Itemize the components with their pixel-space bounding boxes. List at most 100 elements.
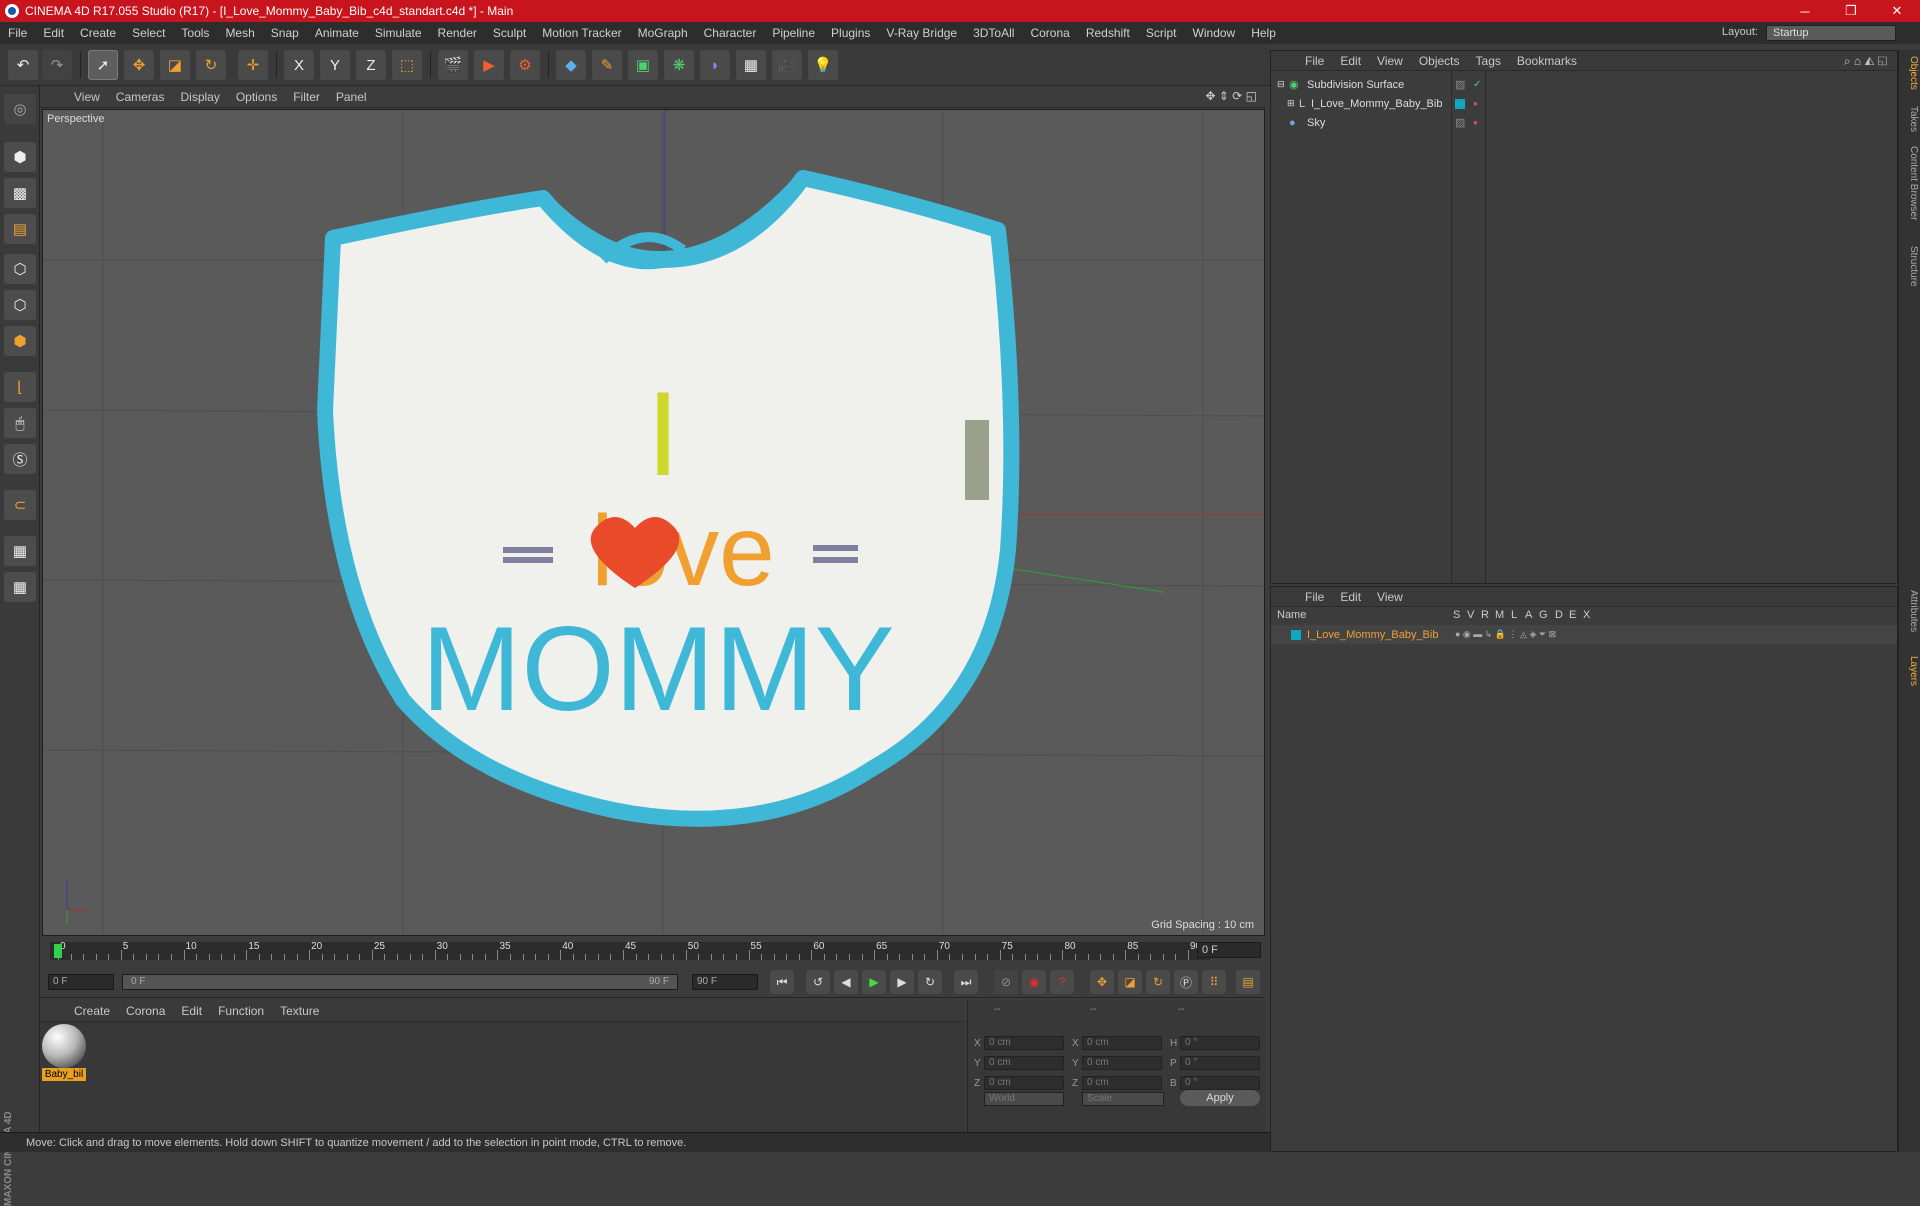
- rotation-p-field[interactable]: 0 °: [1180, 1056, 1260, 1070]
- timeline-window-icon[interactable]: ▤: [1236, 970, 1260, 994]
- material-thumbnail[interactable]: Baby_bil: [42, 1024, 86, 1081]
- minimize-button[interactable]: ─: [1782, 0, 1828, 22]
- subdivision-icon[interactable]: ▣: [628, 50, 658, 80]
- position-z-field[interactable]: 0 cm: [984, 1076, 1064, 1090]
- layer-color-icon[interactable]: [1455, 98, 1465, 109]
- search-icon[interactable]: ⌕ ⌂ ◭ ◱: [1844, 54, 1887, 69]
- size-y-field[interactable]: 0 cm: [1082, 1056, 1162, 1070]
- rotation-h-field[interactable]: 0 °: [1180, 1036, 1260, 1050]
- layer-menu-file[interactable]: File: [1297, 590, 1332, 604]
- key-rotation-icon[interactable]: ↻: [1146, 970, 1170, 994]
- visibility-dots-icon[interactable]: ●: [1473, 99, 1478, 108]
- menu-simulate[interactable]: Simulate: [367, 26, 430, 40]
- viewport-menu-view[interactable]: View: [66, 90, 108, 104]
- magnet-icon[interactable]: ⊂: [4, 490, 36, 520]
- position-x-field[interactable]: 0 cm: [984, 1036, 1064, 1050]
- render-picture-viewer-icon[interactable]: ▶: [474, 50, 504, 80]
- expand-icon[interactable]: ⊟: [1277, 79, 1285, 90]
- obj-menu-bookmarks[interactable]: Bookmarks: [1509, 54, 1585, 68]
- object-row-bib[interactable]: ⊞ L I_Love_Mommy_Baby_Bib ●: [1271, 94, 1897, 113]
- menu-animate[interactable]: Animate: [307, 26, 367, 40]
- menu-plugins[interactable]: Plugins: [823, 26, 878, 40]
- range-slider[interactable]: 0 F 90 F: [122, 974, 678, 990]
- playhead-marker[interactable]: [54, 944, 62, 958]
- points-mode-icon[interactable]: ⬡: [4, 254, 36, 284]
- side-tab-layers[interactable]: Layers: [1901, 656, 1919, 686]
- viewport-menu-options[interactable]: Options: [228, 90, 285, 104]
- menu-window[interactable]: Window: [1185, 26, 1244, 40]
- record-keys-icon[interactable]: ⊘: [994, 970, 1018, 994]
- key-parameter-icon[interactable]: Ⓟ: [1174, 970, 1198, 994]
- obj-menu-file[interactable]: File: [1297, 54, 1332, 68]
- previous-key-icon[interactable]: ↺: [806, 970, 830, 994]
- snap-icon[interactable]: Ⓢ: [4, 444, 36, 474]
- material-menu-texture[interactable]: Texture: [272, 1004, 327, 1018]
- menu-sculpt[interactable]: Sculpt: [485, 26, 534, 40]
- lock-workplane-icon[interactable]: ▦: [4, 536, 36, 566]
- layer-toggles-icon[interactable]: ● ◉ ▬ ↳ 🔒 ⋮ ◬ ◈ ⏷ ⊠: [1455, 629, 1556, 640]
- camera-icon[interactable]: 🎥: [772, 50, 802, 80]
- render-view-icon[interactable]: 🎬: [438, 50, 468, 80]
- menu-mograph[interactable]: MoGraph: [630, 26, 696, 40]
- axis-mode-icon[interactable]: ⌊: [4, 372, 36, 402]
- viewport-menu-filter[interactable]: Filter: [285, 90, 328, 104]
- next-key-icon[interactable]: ↻: [918, 970, 942, 994]
- floor-icon[interactable]: ▦: [736, 50, 766, 80]
- menu-redshift[interactable]: Redshift: [1078, 26, 1138, 40]
- previous-frame-icon[interactable]: ◀: [834, 970, 858, 994]
- layer-tag-icon[interactable]: ▨: [1455, 116, 1465, 129]
- menu-motion-tracker[interactable]: Motion Tracker: [534, 26, 629, 40]
- viewport-menu-cameras[interactable]: Cameras: [108, 90, 173, 104]
- obj-menu-objects[interactable]: Objects: [1411, 54, 1468, 68]
- menu-character[interactable]: Character: [696, 26, 765, 40]
- planar-workplane-icon[interactable]: ▦: [4, 572, 36, 602]
- visibility-dots-icon[interactable]: ●: [1473, 118, 1478, 127]
- undo-icon[interactable]: ↶: [8, 50, 38, 80]
- next-frame-icon[interactable]: ▶: [890, 970, 914, 994]
- enabled-check-icon[interactable]: ✓: [1473, 79, 1481, 90]
- menu-mesh[interactable]: Mesh: [217, 26, 262, 40]
- menu-file[interactable]: File: [0, 26, 35, 40]
- menu-select[interactable]: Select: [124, 26, 173, 40]
- size-mode-select[interactable]: Scale: [1082, 1092, 1164, 1106]
- side-tab-objects[interactable]: Objects: [1901, 56, 1919, 90]
- auto-keying-icon[interactable]: ◉: [1022, 970, 1046, 994]
- side-tab-attributes[interactable]: Attributes: [1901, 590, 1919, 632]
- key-pla-icon[interactable]: ⠿: [1202, 970, 1226, 994]
- layer-menu-view[interactable]: View: [1369, 590, 1411, 604]
- make-editable-icon[interactable]: ◎: [4, 94, 36, 124]
- object-row-sky[interactable]: ● Sky ▨ ●: [1271, 113, 1897, 132]
- size-x-field[interactable]: 0 cm: [1082, 1036, 1162, 1050]
- material-menu-create[interactable]: Create: [66, 1004, 118, 1018]
- go-to-start-icon[interactable]: ⏮: [770, 970, 794, 994]
- layout-select[interactable]: Startup: [1766, 25, 1896, 41]
- apply-button[interactable]: Apply: [1180, 1090, 1260, 1106]
- menu-corona[interactable]: Corona: [1022, 26, 1077, 40]
- rotation-b-field[interactable]: 0 °: [1180, 1076, 1260, 1090]
- expand-icon[interactable]: ⊞: [1287, 98, 1295, 109]
- menu-render[interactable]: Render: [430, 26, 485, 40]
- layer-color-icon[interactable]: [1291, 629, 1301, 640]
- object-row-subdivision[interactable]: ⊟ ◉ Subdivision Surface ▨ ✓: [1271, 75, 1897, 94]
- obj-menu-tags[interactable]: Tags: [1468, 54, 1509, 68]
- maximize-button[interactable]: ❐: [1828, 0, 1874, 22]
- select-arrow-icon[interactable]: ➚: [88, 50, 118, 80]
- menu-tools[interactable]: Tools: [173, 26, 217, 40]
- mograph-cloner-icon[interactable]: ❋: [664, 50, 694, 80]
- viewport-menu-panel[interactable]: Panel: [328, 90, 375, 104]
- menu-edit[interactable]: Edit: [35, 26, 72, 40]
- side-tab-structure[interactable]: Structure: [1901, 246, 1919, 287]
- layer-row[interactable]: I_Love_Mommy_Baby_Bib ● ◉ ▬ ↳ 🔒 ⋮ ◬ ◈ ⏷ …: [1271, 625, 1897, 644]
- current-frame-field[interactable]: 0 F: [1197, 942, 1261, 958]
- polygons-mode-icon[interactable]: ⬢: [4, 326, 36, 356]
- viewport-menu-display[interactable]: Display: [172, 90, 227, 104]
- pen-icon[interactable]: ✎: [592, 50, 622, 80]
- edges-mode-icon[interactable]: ⬡: [4, 290, 36, 320]
- rotate-icon[interactable]: ↻: [196, 50, 226, 80]
- deformer-icon[interactable]: ◗: [700, 50, 730, 80]
- cube-icon[interactable]: ◆: [556, 50, 586, 80]
- move-icon[interactable]: ✥: [124, 50, 154, 80]
- menu-snap[interactable]: Snap: [263, 26, 307, 40]
- key-scale-icon[interactable]: ◪: [1118, 970, 1142, 994]
- timeline-ruler[interactable]: 0 5 10 15 20 25 30 35 40 45 50 55 60 65 70 75 80 85 90: [50, 941, 1210, 960]
